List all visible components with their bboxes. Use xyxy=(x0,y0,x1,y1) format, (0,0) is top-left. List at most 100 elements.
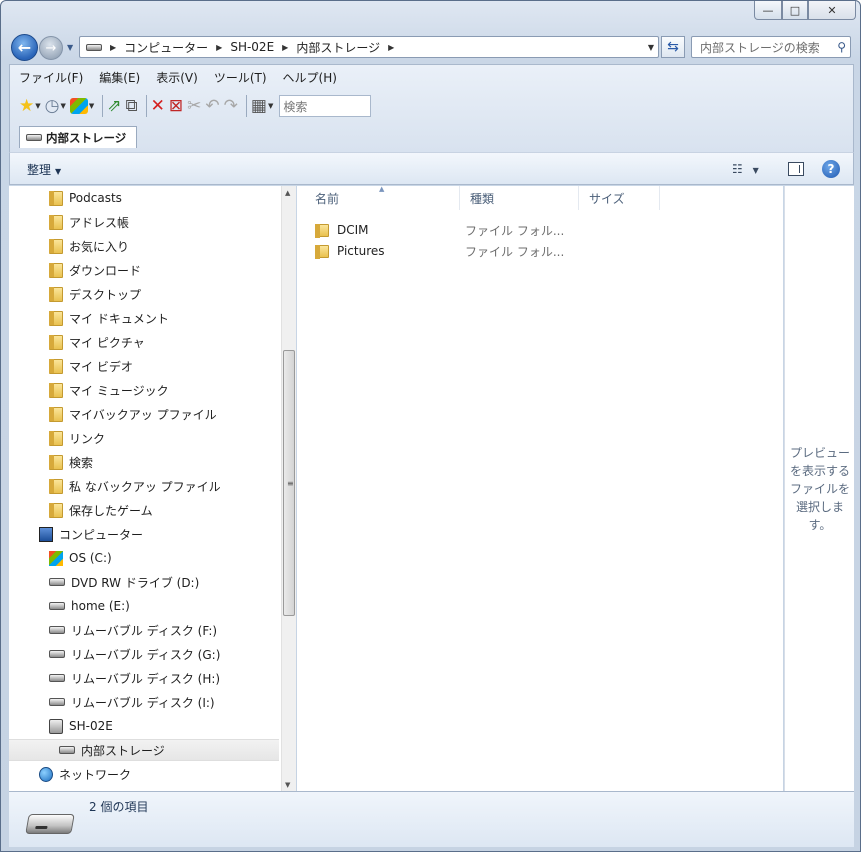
file-row[interactable]: DCIM ファイル フォル... xyxy=(315,220,564,240)
sidebar-item-label: DVD RW ドライブ (D:) xyxy=(71,575,200,590)
menu-file[interactable]: ファイル(F) xyxy=(19,69,83,86)
undo-icon: ↶ xyxy=(205,96,220,116)
breadcrumb-chevron-icon[interactable]: ▶ xyxy=(216,43,222,52)
sidebar-item-label: リムーバブル ディスク (I:) xyxy=(71,695,215,710)
views-button[interactable]: ▦ ▼ xyxy=(251,94,273,118)
toolbar-separator xyxy=(145,95,147,117)
copy-icon: ⧉ xyxy=(125,96,138,116)
organize-button[interactable]: 整理 ▼ xyxy=(27,161,61,178)
column-header-name[interactable]: ▲ 名前 xyxy=(305,185,460,210)
sidebar-item-label: マイ ピクチャ xyxy=(69,335,145,350)
breadcrumb-chevron-icon[interactable]: ▶ xyxy=(282,43,288,52)
drive-icon xyxy=(49,602,65,610)
sidebar-item-1[interactable]: アドレス帳 xyxy=(49,211,129,233)
sidebar-item-4[interactable]: デスクトップ xyxy=(49,283,141,305)
close-icon: ✕ xyxy=(827,3,837,17)
toolbar-separator xyxy=(245,95,247,117)
chevron-down-icon: ▼ xyxy=(88,102,95,110)
navigation-scrollbar[interactable]: ▲ ≡ ▼ xyxy=(281,186,296,791)
scrollbar-thumb[interactable]: ≡ xyxy=(283,350,295,616)
toolbar-search-input[interactable]: 検索 xyxy=(279,95,372,117)
sidebar-item-15[interactable]: OS (C:) xyxy=(49,547,112,569)
search-box[interactable]: 内部ストレージの検索 ⚲ xyxy=(691,36,851,58)
column-header-size[interactable]: サイズ xyxy=(579,186,660,210)
preview-pane-button[interactable] xyxy=(788,162,804,176)
move-button[interactable]: ⇗ xyxy=(107,94,121,118)
history-button[interactable]: ◷ ▼ xyxy=(45,94,66,118)
sidebar-item-22[interactable]: SH-02E xyxy=(49,715,113,737)
sidebar-item-14[interactable]: コンピューター xyxy=(39,523,143,545)
sidebar-item-7[interactable]: マイ ビデオ xyxy=(49,355,133,377)
sidebar-item-16[interactable]: DVD RW ドライブ (D:) xyxy=(49,571,199,593)
sidebar-item-label: 私 なバックアッ プファイル xyxy=(69,479,221,494)
copy-button[interactable]: ⧉ xyxy=(126,94,138,118)
sidebar-item-0[interactable]: Podcasts xyxy=(49,187,122,209)
menu-view[interactable]: 表示(V) xyxy=(156,69,198,86)
breadcrumb-chevron-icon[interactable]: ▶ xyxy=(388,43,394,52)
sidebar-item-8[interactable]: マイ ミュージック xyxy=(49,379,169,401)
sidebar-item-label: マイ ドキュメント xyxy=(69,311,169,326)
sidebar-item-5[interactable]: マイ ドキュメント xyxy=(49,307,169,329)
delete-permanently-button[interactable]: ⊠ xyxy=(169,94,183,118)
menu-help[interactable]: ヘルプ(H) xyxy=(283,69,337,86)
sidebar-item-11[interactable]: 検索 xyxy=(49,451,93,473)
sidebar-item-2[interactable]: お気に入り xyxy=(49,235,129,257)
chevron-down-icon: ▼ xyxy=(67,43,74,52)
change-view-button[interactable]: ☷ ▼ xyxy=(732,162,759,176)
sidebar-item-13[interactable]: 保存したゲーム xyxy=(49,499,153,521)
saved-games-folder-icon xyxy=(49,502,63,518)
scroll-down-icon[interactable]: ▼ xyxy=(285,781,290,789)
folder-icon xyxy=(315,244,329,259)
breadcrumb-sh02e[interactable]: SH-02E xyxy=(230,40,274,54)
sidebar-item-label: Podcasts xyxy=(69,191,122,205)
tab-internal-storage[interactable]: 内部ストレージ xyxy=(19,126,138,148)
chevron-down-icon: ▼ xyxy=(55,167,62,176)
file-row[interactable]: Pictures ファイル フォル... xyxy=(315,241,564,261)
scroll-up-icon[interactable]: ▲ xyxy=(285,189,290,197)
sidebar-item-label: リムーバブル ディスク (G:) xyxy=(71,647,221,662)
refresh-button[interactable]: ⇆ xyxy=(661,36,685,58)
sidebar-item-17[interactable]: home (E:) xyxy=(49,595,130,617)
recent-pages-dropdown[interactable]: ▼ xyxy=(67,43,73,52)
favorites-folder-icon xyxy=(49,238,63,254)
menu-edit[interactable]: 編集(E) xyxy=(99,69,140,86)
column-header-type[interactable]: 種類 xyxy=(460,186,579,210)
sidebar-item-24[interactable]: ネットワーク xyxy=(39,763,131,785)
sidebar-item-label: リンク xyxy=(69,431,106,446)
help-button[interactable]: ? xyxy=(822,160,840,178)
sidebar-item-10[interactable]: リンク xyxy=(49,427,105,449)
sidebar-item-12[interactable]: 私 なバックアッ プファイル xyxy=(49,475,221,497)
sidebar-item-21[interactable]: リムーバブル ディスク (I:) xyxy=(49,691,215,713)
search-folder-icon xyxy=(49,454,63,470)
file-type: ファイル フォル... xyxy=(465,223,565,238)
search-icon[interactable]: ⚲ xyxy=(837,40,846,54)
favorites-button[interactable]: ★ ▼ xyxy=(19,94,41,118)
sidebar-item-18[interactable]: リムーバブル ディスク (F:) xyxy=(49,619,217,641)
address-bar[interactable]: ▶ コンピューター ▶ SH-02E ▶ 内部ストレージ ▶ ▼ xyxy=(79,36,659,58)
delete-icon: ✕ xyxy=(150,96,165,116)
history-icon: ◷ xyxy=(44,96,60,116)
address-dropdown-icon[interactable]: ▼ xyxy=(648,43,654,52)
breadcrumb-internal-storage[interactable]: 内部ストレージ xyxy=(296,39,380,56)
close-button[interactable]: ✕ xyxy=(808,1,856,20)
sidebar-item-9[interactable]: マイバックアッ プファイル xyxy=(49,403,217,425)
removable-drive-icon xyxy=(49,626,65,634)
sidebar-item-3[interactable]: ダウンロード xyxy=(49,259,141,281)
sidebar-item-6[interactable]: マイ ピクチャ xyxy=(49,331,145,353)
maximize-button[interactable]: □ xyxy=(782,1,808,20)
forward-button[interactable]: → xyxy=(39,36,63,60)
sidebar-item-23[interactable]: 内部ストレージ xyxy=(9,739,279,761)
tab-label: 内部ストレージ xyxy=(46,130,127,145)
breadcrumb-computer[interactable]: コンピューター xyxy=(124,39,208,56)
sidebar-item-20[interactable]: リムーバブル ディスク (H:) xyxy=(49,667,220,689)
breadcrumb-chevron-icon[interactable]: ▶ xyxy=(110,43,116,52)
delete-button[interactable]: ✕ xyxy=(151,94,165,118)
column-header-label: 種類 xyxy=(470,191,495,206)
minimize-button[interactable]: — xyxy=(754,1,782,20)
column-header-label: サイズ xyxy=(589,191,625,206)
sidebar-item-19[interactable]: リムーバブル ディスク (G:) xyxy=(49,643,220,665)
windows-menu-button[interactable]: ▼ xyxy=(69,94,95,118)
back-button[interactable]: ← xyxy=(11,34,38,61)
menu-tools[interactable]: ツール(T) xyxy=(214,69,267,86)
videos-folder-icon xyxy=(49,358,63,374)
